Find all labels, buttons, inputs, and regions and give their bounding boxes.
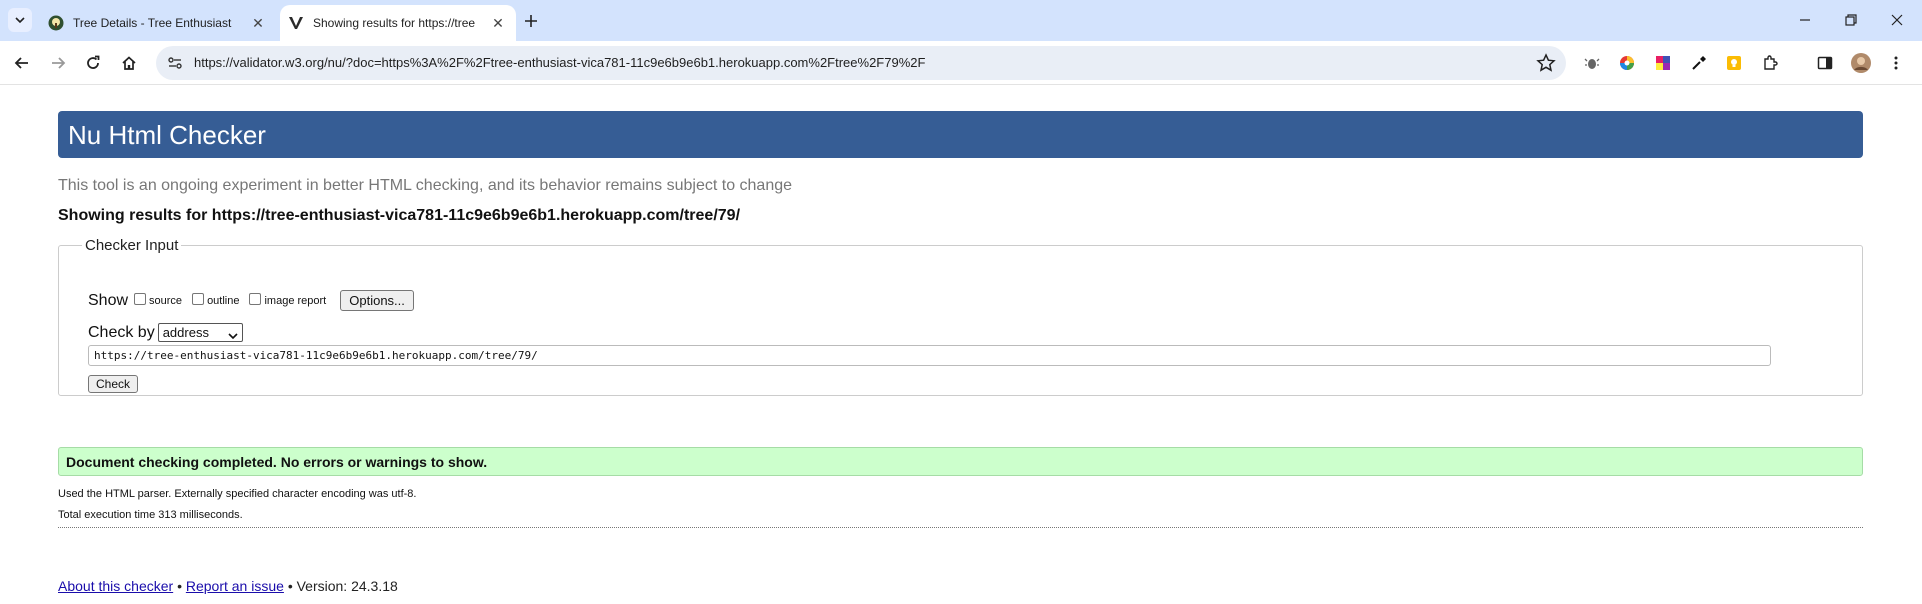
tab-search-icon[interactable]: [8, 8, 32, 32]
intro-text: This tool is an ongoing experiment in be…: [58, 177, 793, 194]
version-text: Version: 24.3.18: [296, 578, 398, 594]
footer-separator: •: [287, 578, 293, 594]
divider: [58, 527, 1863, 528]
close-icon[interactable]: ✕: [248, 13, 268, 33]
side-panel-icon[interactable]: [1814, 52, 1836, 74]
footer: About this checker • Report an issue • V…: [58, 578, 398, 594]
parser-note: Used the HTML parser. Externally specifi…: [58, 488, 417, 500]
check-by-select[interactable]: address: [157, 323, 243, 342]
report-issue-link[interactable]: Report an issue: [186, 578, 284, 594]
tab-title: Tree Details - Tree Enthusiast: [73, 16, 232, 30]
keep-extension-icon[interactable]: [1723, 52, 1745, 74]
back-icon[interactable]: [10, 51, 34, 75]
checkbox-box[interactable]: [249, 292, 262, 305]
show-options-row: Show source outline image report Options…: [88, 290, 414, 311]
extensions-icon[interactable]: [1759, 52, 1781, 74]
checkbox-label: source: [149, 294, 183, 307]
reload-icon[interactable]: [81, 51, 105, 75]
restore-icon[interactable]: [1836, 8, 1866, 32]
check-by-label: Check by: [88, 323, 155, 341]
show-outline-checkbox[interactable]: outline: [192, 292, 240, 307]
checkbox-box[interactable]: [134, 292, 147, 305]
palette-extension-icon[interactable]: [1652, 52, 1674, 74]
bug-extension-icon[interactable]: [1581, 52, 1603, 74]
result-details: Used the HTML parser. Externally specifi…: [58, 484, 416, 526]
options-button[interactable]: Options...: [340, 290, 414, 311]
w3c-validator-favicon-icon: [288, 15, 304, 31]
profile-avatar[interactable]: [1850, 52, 1872, 74]
about-checker-link[interactable]: About this checker: [58, 578, 173, 594]
show-label: Show: [88, 291, 129, 309]
document-url-input[interactable]: https://tree-enthusiast-vica781-11c9e6b9…: [88, 345, 1771, 366]
checkbox-box[interactable]: [192, 292, 205, 305]
tab-validator-results[interactable]: Showing results for https://tree ✕: [280, 5, 516, 41]
more-menu-icon[interactable]: [1885, 52, 1907, 74]
new-tab-icon[interactable]: [520, 10, 542, 32]
minimize-icon[interactable]: [1790, 8, 1820, 32]
chevron-down-icon: [228, 328, 238, 340]
tab-tree-details[interactable]: Tree Details - Tree Enthusiast ✕: [40, 5, 276, 41]
show-image-report-checkbox[interactable]: image report: [249, 292, 327, 307]
browser-toolbar: https://validator.w3.org/nu/?doc=https%3…: [0, 41, 1922, 85]
show-source-checkbox[interactable]: source: [134, 292, 183, 307]
tab-strip: Tree Details - Tree Enthusiast ✕ Showing…: [0, 0, 1922, 41]
eyedropper-extension-icon[interactable]: [1688, 52, 1710, 74]
check-by-selected-value: address: [162, 325, 209, 340]
tab-title: Showing results for https://tree: [313, 16, 476, 30]
address-url: https://validator.w3.org/nu/?doc=https%3…: [194, 55, 926, 70]
address-bar[interactable]: https://validator.w3.org/nu/?doc=https%3…: [156, 46, 1566, 80]
color-wheel-extension-icon[interactable]: [1616, 52, 1638, 74]
site-info-icon[interactable]: [166, 54, 184, 72]
check-by-row: Check by address: [88, 323, 243, 342]
window-close-icon[interactable]: [1882, 8, 1912, 32]
footer-separator: •: [177, 578, 182, 594]
showing-results-heading: Showing results for https://tree-enthusi…: [58, 207, 741, 224]
home-icon[interactable]: [117, 51, 141, 75]
check-button[interactable]: Check: [88, 375, 139, 393]
tree-favicon-icon: [48, 15, 64, 31]
checker-input-fieldset: Checker Input Show source outline image …: [58, 237, 1863, 396]
bookmark-star-icon[interactable]: [1536, 53, 1556, 73]
forward-icon[interactable]: [46, 51, 70, 75]
execution-time: Total execution time 313 milliseconds.: [58, 509, 243, 521]
close-icon[interactable]: ✕: [488, 13, 508, 33]
page-title: Nu Html Checker: [58, 111, 1863, 158]
checker-input-legend: Checker Input: [85, 237, 179, 254]
success-message: Document checking completed. No errors o…: [58, 447, 1863, 476]
checkbox-label: image report: [264, 294, 327, 307]
checkbox-label: outline: [207, 294, 240, 307]
